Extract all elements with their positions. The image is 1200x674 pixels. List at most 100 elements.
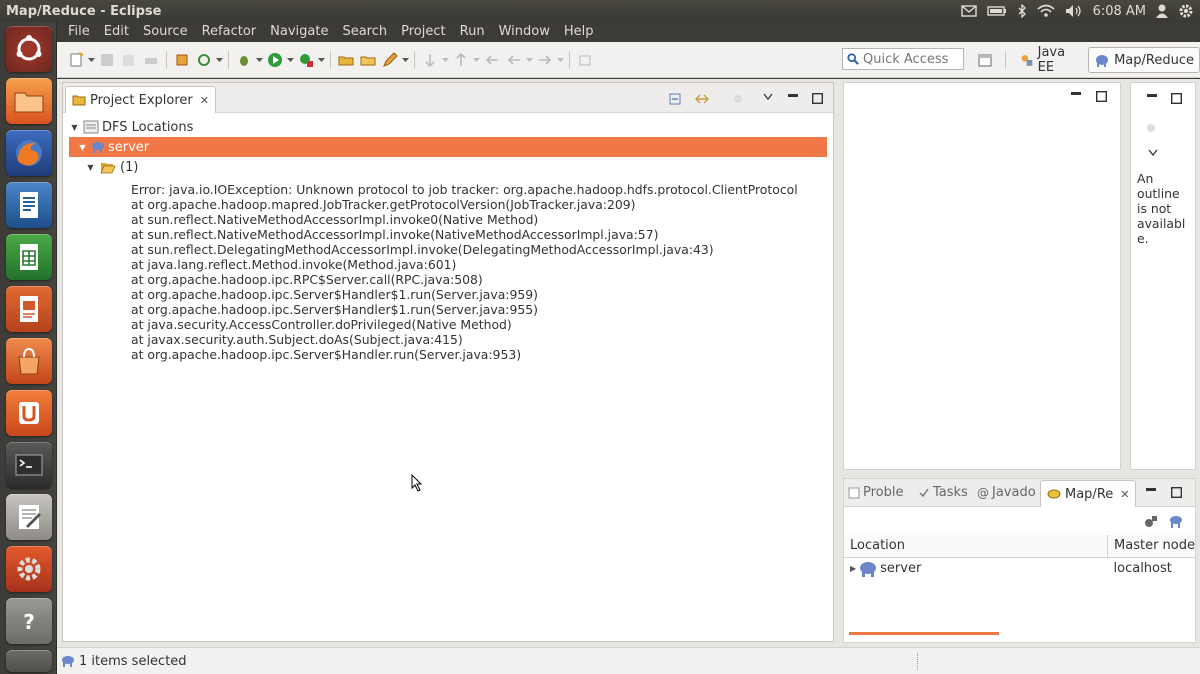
menu-search[interactable]: Search (335, 22, 394, 42)
external-tools-dropdown-chevron-icon[interactable] (317, 50, 326, 70)
open-perspective-icon[interactable] (977, 50, 994, 70)
server-label: server (108, 139, 150, 155)
menu-source[interactable]: Source (136, 22, 195, 42)
outline-message-line: availabl (1137, 216, 1186, 231)
refresh-dropdown-chevron-icon[interactable] (215, 50, 224, 70)
link-with-editor-icon[interactable] (695, 92, 709, 106)
tab-map-reduce-locations[interactable]: Map/Re ✕ (1040, 480, 1137, 507)
menu-run[interactable]: Run (453, 22, 492, 42)
menu-window[interactable]: Window (492, 22, 557, 42)
firefox-icon[interactable] (6, 130, 52, 176)
debug-dropdown-chevron-icon[interactable] (255, 50, 264, 70)
system-settings-icon[interactable] (6, 546, 52, 592)
help-icon[interactable]: ? (6, 598, 52, 644)
open-type-icon[interactable] (336, 50, 356, 70)
minimize-icon[interactable] (786, 89, 800, 103)
tree-row-dfs-locations[interactable]: ▼ DFS Locations (69, 117, 827, 137)
clock[interactable]: 6:08 AM (1093, 3, 1146, 19)
wifi-icon[interactable] (1037, 3, 1055, 19)
mail-icon[interactable] (960, 3, 977, 19)
menu-navigate[interactable]: Navigate (263, 22, 335, 42)
menu-refactor[interactable]: Refactor (195, 22, 264, 42)
maximize-icon[interactable] (810, 91, 824, 105)
tree-row-server[interactable]: ▼ server (69, 137, 827, 157)
tab-problems[interactable]: Proble (848, 485, 904, 500)
new-dropdown-chevron-icon[interactable] (87, 50, 96, 70)
error-line: at sun.reflect.NativeMethodAccessorImpl.… (131, 227, 659, 242)
java-ee-perspective-label: Java EE (1037, 45, 1066, 75)
maximize-icon[interactable] (1169, 485, 1183, 499)
files-icon[interactable] (6, 78, 52, 124)
close-icon[interactable]: ✕ (1120, 488, 1129, 501)
calc-icon[interactable] (6, 234, 52, 280)
settings-gear-icon[interactable] (1178, 3, 1194, 19)
expanded-triangle-icon[interactable]: ▼ (85, 162, 96, 173)
outline-message-line: An (1137, 171, 1154, 186)
minimize-icon[interactable] (1145, 89, 1159, 103)
expanded-triangle-icon[interactable]: ▼ (77, 142, 88, 153)
outline-message-line: outline (1137, 186, 1180, 201)
column-master-node[interactable]: Master node (1107, 535, 1195, 558)
ubuntu-one-icon[interactable] (6, 390, 52, 436)
menu-project[interactable]: Project (394, 22, 452, 42)
collapse-all-icon[interactable] (668, 92, 682, 106)
text-editor-icon[interactable] (6, 494, 52, 540)
map-reduce-perspective-button[interactable]: Map/Reduce (1088, 47, 1200, 73)
impress-icon[interactable] (6, 286, 52, 332)
minimize-icon[interactable] (1069, 87, 1083, 101)
menu-file[interactable]: File (61, 22, 97, 42)
trash-icon[interactable] (6, 650, 52, 672)
project-tree: ▼ DFS Locations ▼ server ▼ (1) Error: ja… (69, 117, 827, 362)
edit-dropdown-chevron-icon[interactable] (401, 50, 410, 70)
new-java-package-icon[interactable] (172, 50, 192, 70)
toolbar-separator (166, 50, 167, 69)
external-tools-icon[interactable] (296, 50, 316, 70)
bluetooth-icon[interactable] (1017, 3, 1027, 19)
new-icon[interactable] (66, 50, 86, 70)
refresh-icon[interactable] (194, 50, 214, 70)
java-ee-perspective-button[interactable]: Java EE (1015, 45, 1082, 75)
volume-icon[interactable] (1065, 3, 1083, 19)
error-stack-trace: Error: java.io.IOException: Unknown prot… (69, 182, 827, 362)
tab-tasks[interactable]: Tasks (918, 485, 968, 500)
column-location[interactable]: Location (844, 535, 1109, 558)
view-menu-chevron-icon[interactable] (761, 89, 775, 103)
terminal-icon[interactable] (6, 442, 52, 488)
debug-icon[interactable] (234, 50, 254, 70)
run-icon[interactable] (265, 50, 285, 70)
error-line: at sun.reflect.DelegatingMethodAccessorI… (131, 242, 714, 257)
elephant-icon (92, 142, 104, 153)
view-menu-chevron-icon[interactable] (1146, 145, 1160, 159)
collapsed-triangle-icon[interactable]: ▶ (850, 564, 856, 573)
dash-home-icon[interactable] (6, 26, 52, 72)
menu-edit[interactable]: Edit (97, 22, 136, 42)
new-location-elephant-icon[interactable] (1169, 514, 1183, 528)
edit-pencil-icon[interactable] (380, 50, 400, 70)
tree-row-folder[interactable]: ▼ (1) (69, 157, 827, 177)
toolbar-separator (569, 50, 570, 69)
maximize-icon[interactable] (1169, 91, 1183, 105)
battery-icon[interactable] (986, 3, 1007, 19)
run-dropdown-chevron-icon[interactable] (286, 50, 295, 70)
table-row[interactable]: ▶ server localhost (844, 557, 1195, 579)
menu-help[interactable]: Help (557, 22, 601, 42)
open-folder-icon[interactable] (358, 50, 378, 70)
tab-map-reduce-label: Map/Re (1065, 486, 1114, 502)
software-center-icon[interactable] (6, 338, 52, 384)
maximize-icon[interactable] (1094, 89, 1108, 103)
minimize-icon[interactable] (1144, 483, 1158, 497)
window-title: Map/Reduce - Eclipse (6, 3, 162, 19)
elephant-icon (860, 561, 877, 577)
quick-access-input[interactable] (863, 51, 963, 67)
location-name: server (880, 561, 922, 576)
tab-project-explorer[interactable]: Project Explorer ✕ (65, 86, 216, 113)
project-explorer-tabstrip: Project Explorer ✕ (63, 83, 833, 113)
quick-access-field[interactable] (842, 48, 964, 70)
edit-location-icon[interactable] (1144, 514, 1158, 528)
tab-javadoc[interactable]: @ Javado (977, 485, 1036, 500)
writer-icon[interactable] (6, 182, 52, 228)
user-icon[interactable] (1156, 3, 1168, 19)
expanded-triangle-icon[interactable]: ▼ (69, 122, 80, 133)
close-icon[interactable]: ✕ (200, 94, 209, 107)
problems-icon (848, 487, 860, 498)
